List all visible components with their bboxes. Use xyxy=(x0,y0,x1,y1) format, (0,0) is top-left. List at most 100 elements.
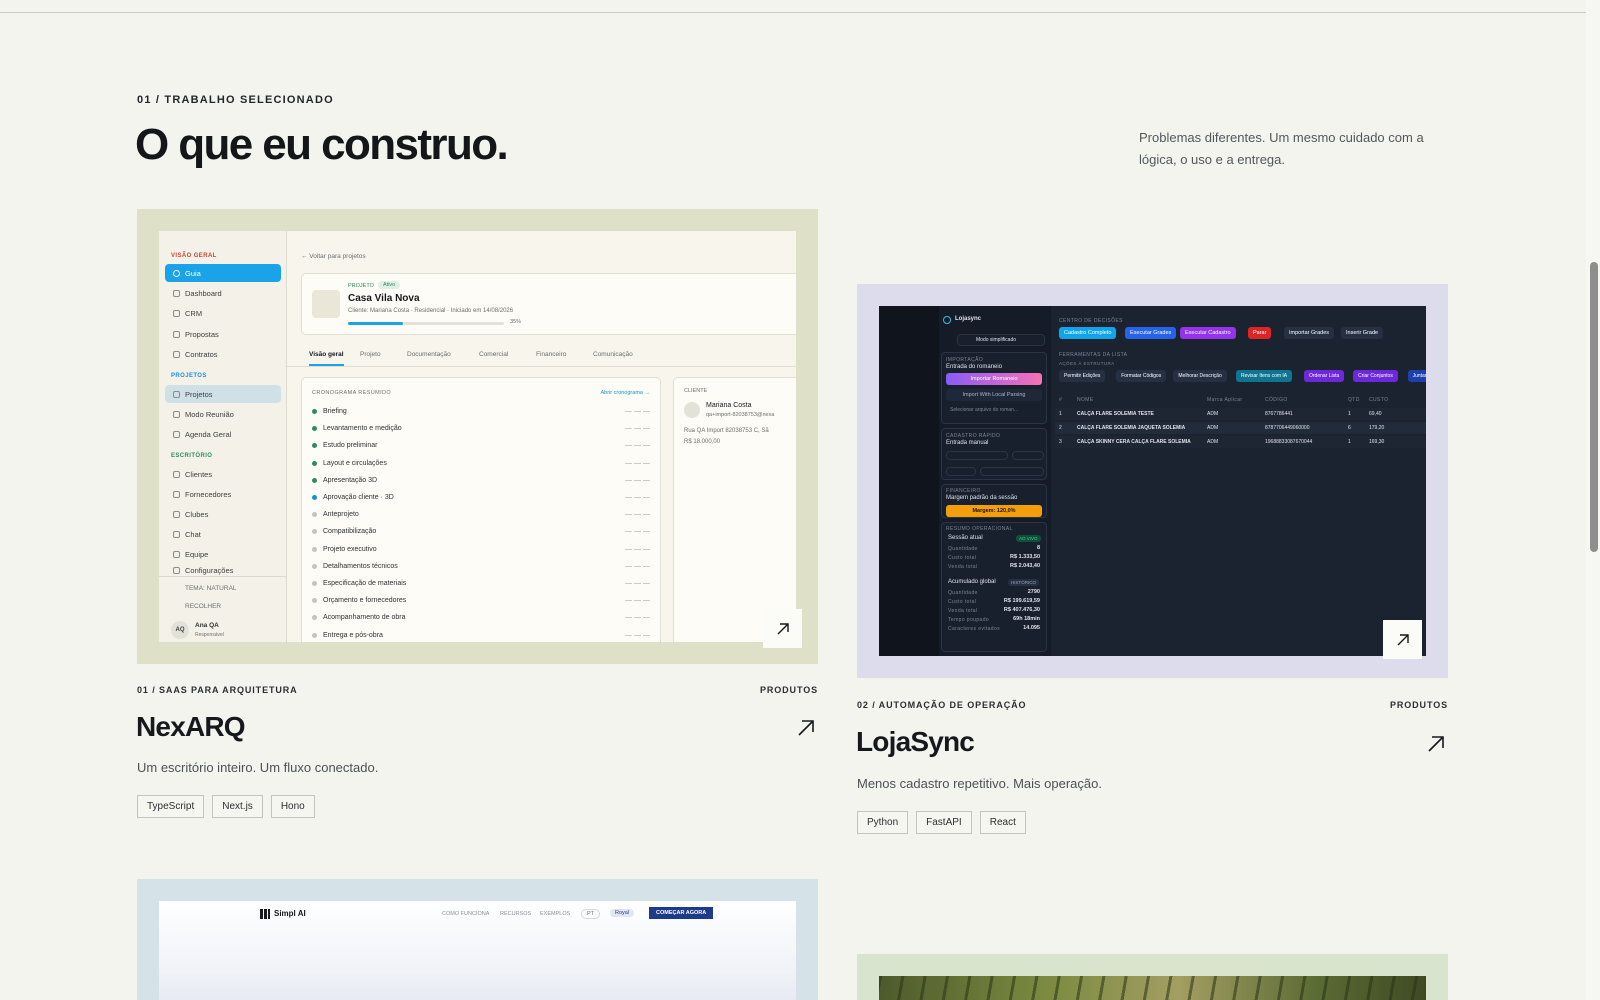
theme-toggle[interactable]: TEMA: NATURAL xyxy=(185,585,237,592)
table-cell: 179,20 xyxy=(1369,425,1385,431)
project-category: 02 / AUTOMAÇÃO DE OPERAÇÃO xyxy=(857,700,1027,710)
tab-finance[interactable]: Financeiro xyxy=(536,351,566,358)
file-select[interactable]: Selecionar arquivo do roman... xyxy=(950,407,1018,413)
tab-docs[interactable]: Documentação xyxy=(407,351,451,358)
scrollbar-thumb[interactable] xyxy=(1590,262,1598,552)
nav-item-agenda[interactable]: Agenda Geral xyxy=(165,425,281,443)
collapse-sidebar[interactable]: RECOLHER xyxy=(185,603,221,610)
table-cell: 169,30 xyxy=(1369,439,1385,445)
lojasync-screenshot: Lojasync Modo simplificado IMPORTAÇÃO En… xyxy=(879,306,1426,656)
schedule-link[interactable]: Abrir cronograma → xyxy=(600,390,650,396)
schedule-item: Levantamento e medição xyxy=(312,425,402,432)
simplai-plan[interactable]: Royal xyxy=(610,909,635,917)
nav-item-guia[interactable]: Guia xyxy=(165,264,281,282)
tab-commercial[interactable]: Comercial xyxy=(479,351,508,358)
schedule-date: — — — xyxy=(625,425,650,433)
margin-button[interactable]: Margem: 120,0% xyxy=(946,505,1042,517)
list-tool-button[interactable]: Ordenar Lista xyxy=(1304,370,1345,382)
open-project-icon[interactable] xyxy=(1383,620,1422,659)
schedule-item: Briefing xyxy=(312,408,347,415)
list-tool-button[interactable]: Criar Conjuntos xyxy=(1353,370,1398,382)
project-category: 01 / SAAS PARA ARQUITETURA xyxy=(137,685,298,695)
summary-label: Venda total xyxy=(948,608,978,614)
list-tool-button[interactable]: Juntar I xyxy=(1407,370,1426,382)
manual-panel: CADASTRO RÁPIDO Entrada manual xyxy=(941,428,1047,480)
nav-item-configuracoes[interactable]: Configurações xyxy=(165,564,281,576)
list-tool-button[interactable]: Revisar Itens com IA xyxy=(1236,370,1293,382)
nav-item-clubes[interactable]: Clubes xyxy=(165,505,281,523)
client-avatar xyxy=(684,402,700,418)
simplai-logo-icon xyxy=(260,909,270,919)
project-arrow-icon[interactable] xyxy=(1425,733,1447,755)
project-tabs: Visão geral Projeto Documentação Comerci… xyxy=(287,343,796,367)
action-executar-cadastro[interactable]: Executar Cadastro xyxy=(1180,327,1236,339)
nav-item-crm[interactable]: CRM xyxy=(165,304,281,322)
nav-item-propostas[interactable]: Propostas xyxy=(165,325,281,343)
simplai-nav-1[interactable]: COMO FUNCIONA xyxy=(442,911,489,917)
schedule-item: Apresentação 3D xyxy=(312,477,377,484)
lojasync-preview[interactable]: Lojasync Modo simplificado IMPORTAÇÃO En… xyxy=(857,284,1448,678)
brand-logo-icon xyxy=(943,316,951,324)
nexarq-preview[interactable]: VISÃO GERAL Guia Dashboard CRM Propostas… xyxy=(137,209,818,664)
tab-project[interactable]: Projeto xyxy=(360,351,381,358)
mode-toggle[interactable]: Modo simplificado xyxy=(957,334,1045,346)
nav-item-equipe[interactable]: Equipe xyxy=(165,545,281,563)
nav-item-dashboard[interactable]: Dashboard xyxy=(165,284,281,302)
simplai-brand: Simpl AI xyxy=(274,909,306,918)
action-parar[interactable]: Parar xyxy=(1248,327,1272,339)
list-tool-button[interactable]: Permitir Edições xyxy=(1059,370,1106,382)
status-dot xyxy=(312,409,317,414)
project-arrow-icon[interactable] xyxy=(795,717,817,739)
list-tool-button[interactable]: Melhorar Descrição xyxy=(1173,370,1227,382)
simplai-cta-button[interactable]: COMEÇAR AGORA xyxy=(649,907,714,919)
tab-communication[interactable]: Comunicação xyxy=(593,351,633,358)
client-value: R$ 18.000,00 xyxy=(684,439,721,445)
schedule-date: — — — xyxy=(625,408,650,415)
status-badge[interactable]: Ativo xyxy=(378,281,401,289)
list-tool-button[interactable]: Formatar Códigos xyxy=(1116,370,1167,382)
import-romaneio-button[interactable]: Importar Romaneio xyxy=(946,373,1042,385)
status-dot xyxy=(312,563,317,569)
manual-code-input[interactable] xyxy=(1012,451,1044,460)
simplai-lang[interactable]: PT xyxy=(581,909,601,919)
history-badge: HISTÓRICO xyxy=(1008,579,1040,586)
status-dot xyxy=(312,529,317,535)
schedule-date: — — — xyxy=(625,562,650,570)
nav-item-clientes[interactable]: Clientes xyxy=(165,465,281,483)
table-cell: 3 xyxy=(1059,439,1062,445)
summary-label: Tempo poupado xyxy=(948,617,990,623)
lojasync-main: CENTRO DE DECISÕES Cadastro Completo Exe… xyxy=(1051,306,1426,656)
client-name: Mariana Costa xyxy=(706,402,752,409)
simplai-preview[interactable]: Simpl AI COMO FUNCIONA RECURSOS EXEMPLOS… xyxy=(137,879,818,1000)
open-project-icon[interactable] xyxy=(763,609,802,648)
action-executar-grades[interactable]: Executar Grades xyxy=(1125,327,1177,339)
project-4-preview[interactable] xyxy=(857,954,1448,1000)
manual-cost-input[interactable] xyxy=(980,467,1044,476)
project-icon xyxy=(312,290,340,318)
action-inserir-grade[interactable]: Inserir Grade xyxy=(1341,327,1384,339)
simplai-nav-2[interactable]: RECURSOS xyxy=(500,911,531,917)
schedule-date: — — — xyxy=(625,631,650,639)
nav-item-contratos[interactable]: Contratos xyxy=(165,345,281,363)
simplai-nav-3[interactable]: EXEMPLOS xyxy=(540,911,570,917)
manual-qty-input[interactable] xyxy=(946,467,976,476)
import-local-button[interactable]: Import With Local Parsing xyxy=(946,389,1042,401)
nav-item-projetos[interactable]: Projetos xyxy=(165,385,281,403)
project-4-screenshot xyxy=(879,976,1426,1000)
nav-item-chat[interactable]: Chat xyxy=(165,525,281,543)
schedule-card: CRONOGRAMA RESUMIDO Abrir cronograma → B… xyxy=(301,377,661,642)
back-link[interactable]: ← Voltar para projetos xyxy=(301,253,366,260)
summary-value: R$ 1.333,50 xyxy=(1010,554,1040,560)
nav-item-modo-reuniao[interactable]: Modo Reunião xyxy=(165,405,281,423)
action-cadastro-completo[interactable]: Cadastro Completo xyxy=(1059,327,1117,339)
manual-name-input[interactable] xyxy=(946,451,1008,460)
project-title[interactable]: NexARQ xyxy=(136,711,246,743)
action-importar-grades[interactable]: Importar Grades xyxy=(1284,327,1335,339)
section-headline: O que eu construo. xyxy=(135,120,509,169)
project-title[interactable]: LojaSync xyxy=(856,726,975,758)
section-eyebrow: 01 / TRABALHO SELECIONADO xyxy=(137,94,334,106)
tab-overview[interactable]: Visão geral xyxy=(309,351,344,366)
import-panel: IMPORTAÇÃO Entrada do romaneio Importar … xyxy=(941,352,1047,424)
nav-item-fornecedores[interactable]: Fornecedores xyxy=(165,485,281,503)
summary-value: 69h 18min xyxy=(1013,616,1040,622)
